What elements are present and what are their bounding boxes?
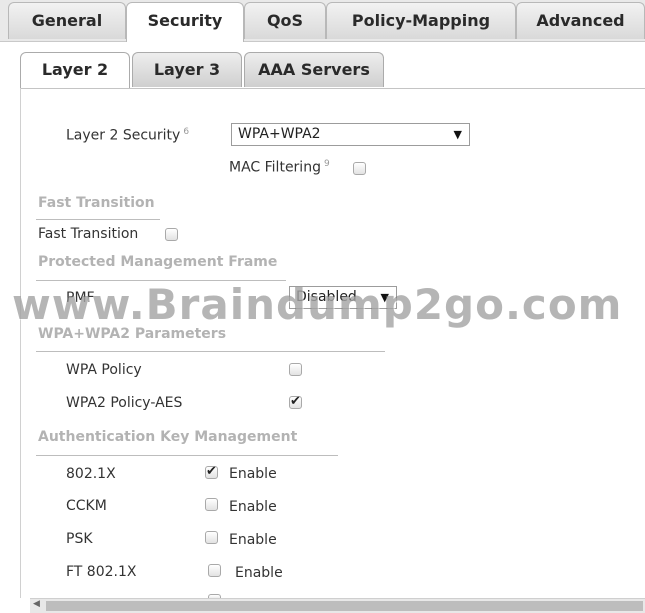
layer2-security-text: Layer 2 Security [66,127,181,144]
section-divider [36,351,385,352]
section-divider [36,455,338,456]
section-divider [36,219,160,220]
help-icon[interactable]: 9 [324,159,330,169]
wpa2-policy-aes-label: WPA2 Policy-AES [66,395,183,411]
mac-filtering-label: MAC Filtering 9 [229,159,330,176]
tab-policy-mapping[interactable]: Policy-Mapping [326,2,516,39]
akm-psk-enable-label: Enable [229,532,277,548]
tab-aaa-servers[interactable]: AAA Servers [244,52,384,87]
mac-filtering-checkbox[interactable] [353,162,366,175]
akm-psk-label: PSK [66,531,93,547]
akm-psk-checkbox[interactable] [205,531,218,544]
horizontal-scrollbar[interactable]: ◀ [30,598,645,613]
security-subtab-bar: Layer 2 Layer 3 AAA Servers [20,52,645,89]
wpa-policy-label: WPA Policy [66,362,142,378]
mac-filtering-text: MAC Filtering [229,159,321,176]
akm-cckm-enable-label: Enable [229,499,277,515]
tab-layer-2[interactable]: Layer 2 [20,52,130,88]
fast-transition-label: Fast Transition [38,226,139,242]
watermark: www.Braindump2go.com [12,280,623,329]
pmf-section-title: Protected Management Frame [38,254,278,270]
wpa-policy-checkbox[interactable] [289,363,302,376]
fast-transition-section-title: Fast Transition [38,195,155,211]
tab-qos[interactable]: QoS [244,2,326,39]
main-tab-bar: General Security QoS Policy-Mapping Adva… [0,0,645,42]
fast-transition-checkbox[interactable] [165,228,178,241]
dropdown-arrow-icon: ▼ [453,128,462,141]
tab-layer-3[interactable]: Layer 3 [132,52,242,87]
akm-8021x-label: 802.1X [66,466,116,482]
layer2-security-value: WPA+WPA2 [238,126,321,142]
scroll-left-icon[interactable]: ◀ [33,599,40,609]
checkmark-icon: ✔ [290,394,301,409]
content-frame-border [20,88,21,598]
akm-8021x-checkbox[interactable]: ✔ [205,464,218,479]
wpa2-policy-aes-checkbox[interactable]: ✔ [289,394,302,409]
layer2-security-select[interactable]: WPA+WPA2 ▼ [231,123,470,146]
akm-ft-8021x-checkbox[interactable] [208,564,221,577]
akm-8021x-enable-label: Enable [229,466,277,482]
akm-section-title: Authentication Key Management [38,429,298,445]
checkmark-icon: ✔ [206,464,217,479]
tab-general[interactable]: General [8,2,126,39]
help-icon[interactable]: 6 [183,127,189,137]
akm-cckm-label: CCKM [66,498,107,514]
akm-cckm-checkbox[interactable] [205,498,218,511]
layer2-security-label: Layer 2 Security 6 [66,127,189,144]
akm-ft-8021x-enable-label: Enable [235,565,283,581]
akm-ft-8021x-label: FT 802.1X [66,564,137,580]
tab-security[interactable]: Security [126,2,244,42]
scrollbar-thumb[interactable] [46,601,643,611]
tab-advanced[interactable]: Advanced [516,2,645,39]
